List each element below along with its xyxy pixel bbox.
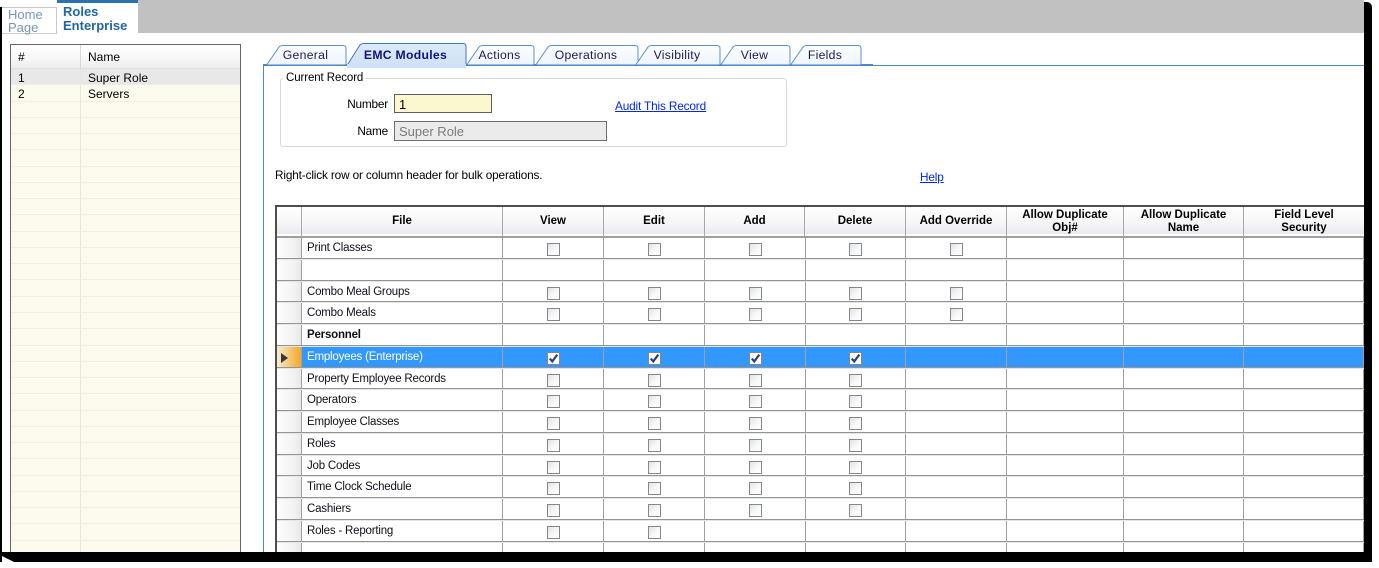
svg-text:Actions: Actions	[478, 48, 520, 62]
svg-text:Fields: Fields	[808, 48, 842, 62]
svg-text:Visibility: Visibility	[654, 48, 701, 62]
svg-text:View: View	[741, 48, 768, 62]
svg-text:General: General	[283, 48, 328, 62]
svg-text:EMC Modules: EMC Modules	[364, 48, 447, 62]
svg-text:Operations: Operations	[555, 48, 618, 62]
